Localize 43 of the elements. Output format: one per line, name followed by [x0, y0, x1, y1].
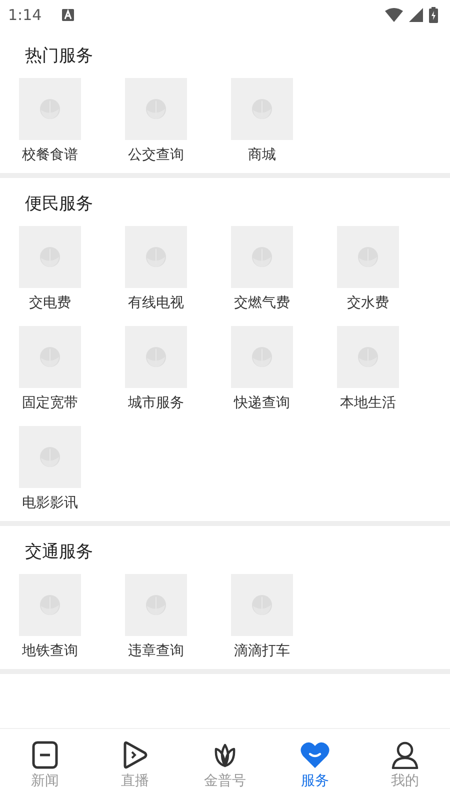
- image-placeholder-icon[interactable]: [19, 426, 81, 488]
- service-label[interactable]: 快递查询: [234, 393, 290, 413]
- wifi-icon: [385, 8, 403, 22]
- service-label[interactable]: 电影影讯: [22, 493, 78, 513]
- service-label[interactable]: 商城: [248, 145, 276, 165]
- image-placeholder-icon[interactable]: [337, 226, 399, 288]
- status-time: 1:14: [8, 6, 42, 24]
- play-icon: [122, 740, 148, 768]
- image-placeholder-icon[interactable]: [231, 326, 293, 388]
- image-placeholder-icon[interactable]: [125, 226, 187, 288]
- service-label[interactable]: 校餐食谱: [22, 145, 78, 165]
- section-title: 便民服务: [24, 193, 94, 216]
- person-icon: [391, 740, 419, 768]
- image-placeholder-icon[interactable]: [19, 326, 81, 388]
- section-title: 交通服务: [24, 541, 94, 564]
- service-label[interactable]: 公交查询: [128, 145, 184, 165]
- image-placeholder-icon[interactable]: [231, 226, 293, 288]
- image-placeholder-icon[interactable]: [231, 78, 293, 140]
- news-icon: [32, 740, 58, 768]
- service-label[interactable]: 本地生活: [340, 393, 396, 413]
- nav-tab[interactable]: 服务: [270, 729, 360, 801]
- image-placeholder-icon[interactable]: [19, 226, 81, 288]
- service-label[interactable]: 交燃气费: [234, 293, 290, 313]
- service-label[interactable]: 有线电视: [128, 293, 184, 313]
- heart-icon: [300, 740, 330, 768]
- service-label[interactable]: 交电费: [29, 293, 71, 313]
- service-label[interactable]: 违章查询: [128, 641, 184, 661]
- battery-icon: [429, 7, 438, 23]
- section-title: 热门服务: [24, 45, 94, 68]
- notification-icon: [62, 9, 74, 21]
- signal-icon: [409, 8, 423, 22]
- image-placeholder-icon[interactable]: [125, 78, 187, 140]
- image-placeholder-icon[interactable]: [231, 574, 293, 636]
- image-placeholder-icon[interactable]: [19, 574, 81, 636]
- service-label[interactable]: 交水费: [347, 293, 389, 313]
- image-placeholder-icon[interactable]: [125, 326, 187, 388]
- image-placeholder-icon[interactable]: [19, 78, 81, 140]
- image-placeholder-icon[interactable]: [125, 574, 187, 636]
- service-label[interactable]: 滴滴打车: [234, 641, 290, 661]
- image-placeholder-icon[interactable]: [337, 326, 399, 388]
- service-label[interactable]: 固定宽带: [22, 393, 78, 413]
- service-label[interactable]: 城市服务: [128, 393, 184, 413]
- service-label[interactable]: 地铁查询: [22, 641, 78, 661]
